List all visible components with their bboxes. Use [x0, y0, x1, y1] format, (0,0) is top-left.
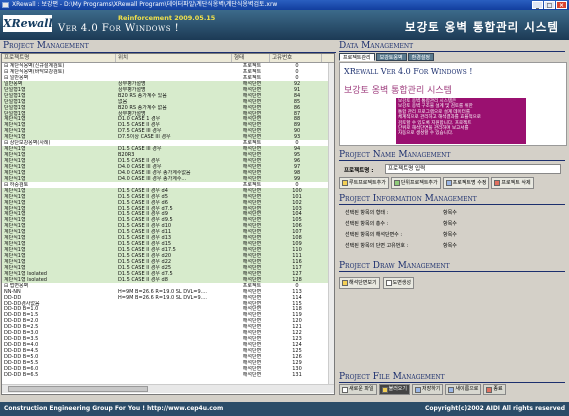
project-name-heading: Project Name Management	[339, 149, 565, 161]
button-label: 저장하기	[422, 386, 441, 392]
tab-bar: 프로젝트관리 보강토옹벽 환경설정	[339, 53, 435, 61]
info-value: 항목수	[443, 221, 457, 227]
save-as-button[interactable]: 새이름으로	[445, 384, 482, 395]
tab-wall[interactable]: 보강토옹벽	[375, 53, 407, 61]
minimize-button[interactable]: _	[532, 1, 543, 9]
project-info-rows: 선택된 항목의 형태 : 항목수 선택된 항목의 총수 : 항목수 선택된 항목의 …	[339, 208, 567, 252]
button-label: 프로젝트 삭제	[501, 179, 531, 186]
cell-id: 131	[292, 371, 302, 378]
exit-button[interactable]: 종료	[483, 384, 506, 395]
vertical-scrollbar[interactable]	[328, 63, 334, 384]
window-title: XRewall : 보강편 - D:\My Programs\XRewall P…	[12, 1, 278, 8]
tab-project[interactable]: 프로젝트관리	[339, 53, 375, 61]
button-label: 종료	[493, 386, 503, 392]
draw-buttons: 해석단면보기 도면생성	[339, 277, 415, 289]
save-as-icon	[448, 386, 455, 393]
open-folder-icon	[381, 386, 388, 393]
delete-icon	[494, 180, 501, 186]
cell-name: DD-DD B=6.5	[4, 371, 39, 378]
button-label: 루트프로젝트추가	[349, 179, 386, 186]
project-name-input[interactable]: 프로젝트명 입력	[385, 164, 561, 174]
status-left-text: Construction Engineering Group For You !…	[4, 405, 224, 412]
info-key: 선택된 항목의 총수 :	[345, 221, 389, 227]
button-label: 불러오기	[388, 386, 407, 392]
new-file-button[interactable]: 새로운 파일	[339, 384, 377, 395]
title-bar: XRewall : 보강편 - D:\My Programs\XRewall P…	[0, 0, 569, 10]
info-description: 보강토 옹벽 통합관리 시스템은 보강토 옹벽 구조물 설계 및 검토를 위한 …	[396, 98, 526, 144]
info-key: 선택된 항목의 단면 고유번호 :	[345, 243, 409, 249]
create-drawing-button[interactable]: 도면생성	[382, 277, 415, 289]
column-header-location[interactable]: 위치	[116, 54, 232, 62]
button-label: 단위프로젝트추가	[400, 179, 438, 186]
info-value: 항목수	[443, 232, 457, 238]
info-panel: XRewall Ver 4.0 For Windows ! 보강토 옹벽 통합관…	[339, 62, 567, 146]
button-label: 프로젝트명 수정	[452, 179, 487, 186]
file-buttons: 새로운 파일 불러오기 저장하기 새이름으로 종료	[339, 384, 506, 395]
cell-type: 해석단면	[242, 371, 262, 378]
project-name-label: 프로젝트명 :	[344, 168, 374, 174]
project-name-buttons: 루트프로젝트추가 단위프로젝트추가 프로젝트명 수정 프로젝트 삭제	[339, 177, 567, 191]
version-label: Ver 4.0 For Windows !	[58, 23, 180, 34]
column-header-id[interactable]: 고유번호	[270, 54, 322, 62]
cell-location	[116, 372, 232, 378]
table-row[interactable]: DD-DD B=6.5 해석단면 131	[2, 372, 334, 378]
column-header-type[interactable]: 형태	[232, 54, 270, 62]
button-label: 새이름으로	[455, 386, 479, 392]
delete-project-button[interactable]: 프로젝트 삭제	[491, 177, 534, 189]
project-management-heading: Project Management	[0, 40, 336, 53]
data-management-heading: Data Management	[339, 40, 565, 52]
button-label: 도면생성	[392, 279, 412, 286]
info-value: 항목수	[443, 243, 457, 249]
view-section-button[interactable]: 해석단면보기	[339, 277, 380, 289]
save-file-button[interactable]: 저장하기	[412, 384, 444, 395]
save-icon	[415, 386, 421, 393]
info-key: 선택된 항목의 형태 :	[345, 210, 389, 216]
header-banner: XRewall Reinforcement 2009.05.15 Ver 4.0…	[0, 10, 569, 40]
info-row: 선택된 항목의 해석단면수 : 항목수	[339, 230, 567, 241]
horizontal-scrollbar[interactable]	[2, 384, 334, 393]
info-line: 자동으로 생성할 수 있습니다.	[398, 131, 454, 137]
add-root-project-button[interactable]: 루트프로젝트추가	[339, 177, 389, 189]
app-logo: XRewall	[3, 15, 53, 32]
tab-settings[interactable]: 환경설정	[407, 53, 435, 61]
scroll-thumb[interactable]	[8, 386, 148, 392]
button-label: 해석단면보기	[349, 279, 377, 286]
drawing-icon	[385, 280, 392, 286]
project-draw-heading: Project Draw Management	[339, 260, 565, 272]
window-controls: _ □ ×	[532, 1, 567, 9]
edit-project-name-button[interactable]: 프로젝트명 수정	[442, 177, 490, 189]
add-unit-project-button[interactable]: 단위프로젝트추가	[390, 177, 441, 189]
info-row: 선택된 항목의 형태 : 항목수	[339, 208, 567, 219]
reinforcement-date: Reinforcement 2009.05.15	[118, 14, 216, 22]
new-file-icon	[342, 386, 348, 393]
open-file-button[interactable]: 불러오기	[378, 384, 410, 395]
info-value: 항목수	[443, 210, 457, 216]
folder-icon	[342, 180, 348, 186]
column-header-name[interactable]: 프로젝트명	[2, 54, 116, 62]
plus-icon	[393, 180, 400, 186]
app-icon	[2, 2, 9, 8]
maximize-button[interactable]: □	[544, 1, 555, 9]
edit-icon	[445, 180, 452, 186]
project-file-heading: Project File Management	[339, 371, 565, 383]
project-name-row: 프로젝트명 : 프로젝트명 입력	[339, 162, 567, 176]
banner-title: 보강토 옹벽 통합관리 시스템	[405, 20, 559, 34]
status-copyright: Copyright(c)2002 AIDI All rights reserve…	[424, 405, 565, 412]
project-tree-grid[interactable]: 프로젝트명 위치 형태 고유번호 ⊟ 계단식옹벽(신규설계검토) 프로젝트 0 ⊟ …	[1, 53, 335, 395]
grid-header: 프로젝트명 위치 형태 고유번호	[2, 54, 334, 63]
info-system-title: 보강토 옹벽 통합관리 시스템	[344, 86, 452, 96]
button-label: 새로운 파일	[349, 386, 374, 392]
status-bar: Construction Engineering Group For You !…	[0, 402, 569, 416]
exit-icon	[486, 386, 493, 393]
grid-rows: ⊟ 계단식옹벽(신규설계검토) 프로젝트 0 ⊟ 계단식옹벽(바닥보강검토) 프로젝트…	[2, 63, 334, 384]
right-panel: Data Management 프로젝트관리 보강토옹벽 환경설정 XRewal…	[337, 40, 569, 396]
close-button[interactable]: ×	[556, 1, 567, 9]
info-row: 선택된 항목의 총수 : 항목수	[339, 219, 567, 230]
project-info-heading: Project Information Management	[339, 193, 565, 205]
info-row: 선택된 항목의 단면 고유번호 : 항목수	[339, 241, 567, 252]
info-key: 선택된 항목의 해석단면수 :	[345, 232, 403, 238]
info-version: XRewall Ver 4.0 For Windows !	[344, 67, 473, 76]
view-icon	[342, 280, 348, 286]
